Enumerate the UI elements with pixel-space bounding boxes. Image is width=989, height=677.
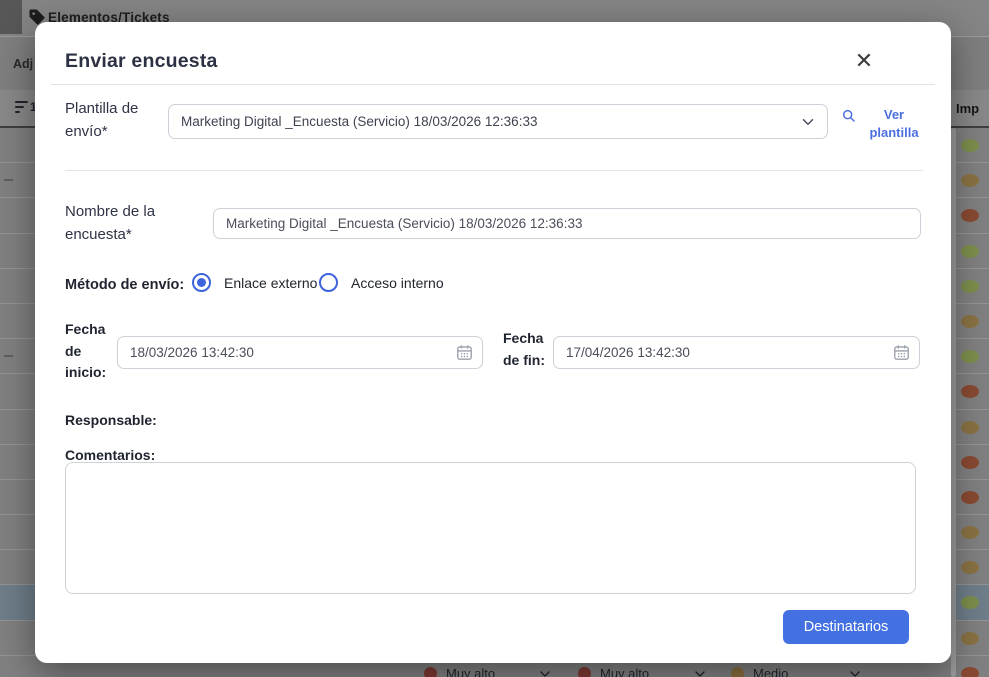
metodo-label: Método de envío: [65, 274, 184, 296]
radio-label: Enlace externo [224, 275, 317, 291]
ver-plantilla-link[interactable]: Ver plantilla [841, 106, 947, 141]
fecha-inicio-input[interactable] [117, 336, 483, 369]
impact-dot [961, 209, 979, 222]
screen: Elementos/Tickets Adj 1 Imp Muy altoMuy … [0, 0, 989, 677]
row-dash [4, 355, 13, 357]
destinatarios-button[interactable]: Destinatarios [783, 610, 909, 644]
attachments-partial-label: Adj [13, 57, 33, 71]
radio-acceso-interno[interactable]: Acceso interno [319, 273, 444, 292]
impact-dot [961, 315, 979, 328]
column-header-impact: Imp [956, 101, 979, 116]
radio-circle [192, 273, 211, 292]
impact-dot [961, 174, 979, 187]
impact-dot [961, 667, 979, 677]
impact-dot [961, 632, 979, 645]
search-icon [841, 108, 857, 124]
section-divider [65, 170, 923, 171]
plantilla-select[interactable]: Marketing Digital _Encuesta (Servicio) 1… [168, 104, 828, 139]
filter-icon: 1 [15, 100, 37, 114]
fecha-fin-field [553, 336, 920, 369]
priority-dot [424, 667, 437, 677]
radio-label: Acceso interno [351, 275, 444, 291]
impact-dot [961, 421, 979, 434]
table-scrollbar [951, 128, 956, 677]
impact-dot [961, 596, 979, 609]
priority-dot [731, 667, 744, 677]
priority-label: Medio [753, 666, 788, 677]
chevron-down-icon [847, 666, 863, 677]
nombre-label: Nombre de la encuesta* [65, 201, 195, 246]
priority-dot [578, 667, 591, 677]
close-icon[interactable]: ✕ [849, 46, 879, 76]
impact-dot [961, 280, 979, 293]
chevron-down-icon [537, 666, 553, 677]
modal-title: Enviar encuesta [65, 50, 218, 73]
chevron-down-icon [799, 113, 817, 131]
priority-select: Muy alto [424, 666, 495, 677]
ver-plantilla-label: Ver plantilla [862, 106, 926, 141]
impact-dot [961, 526, 979, 539]
impact-dot [961, 561, 979, 574]
sidebar-edge [0, 0, 22, 34]
calendar-icon[interactable] [455, 343, 474, 362]
priority-label: Muy alto [600, 666, 649, 677]
impact-dot [961, 456, 979, 469]
fecha-fin-input[interactable] [553, 336, 920, 369]
calendar-icon[interactable] [892, 343, 911, 362]
plantilla-label: Plantilla de envío* [65, 98, 177, 143]
comentarios-textarea[interactable] [65, 462, 916, 594]
impact-dot [961, 350, 979, 363]
radio-circle [319, 273, 338, 292]
fecha-fin-label: Fecha de fin: [503, 328, 555, 371]
priority-select: Medio [731, 666, 788, 677]
header-divider [51, 84, 935, 85]
impact-dot [961, 385, 979, 398]
send-survey-modal: Enviar encuesta ✕ Plantilla de envío* Ma… [35, 22, 951, 663]
priority-label: Muy alto [446, 666, 495, 677]
nombre-input[interactable] [213, 208, 921, 239]
responsable-label: Responsable: [65, 410, 157, 432]
impact-dot [961, 245, 979, 258]
radio-enlace-externo[interactable]: Enlace externo [192, 273, 317, 292]
impact-dot [961, 139, 979, 152]
impact-dot [961, 491, 979, 504]
fecha-inicio-field [117, 336, 483, 369]
fecha-inicio-label: Fecha de inicio: [65, 319, 115, 384]
priority-select: Muy alto [578, 666, 649, 677]
plantilla-selected-value: Marketing Digital _Encuesta (Servicio) 1… [181, 114, 537, 129]
chevron-down-icon [692, 666, 708, 677]
row-dash [4, 179, 13, 181]
